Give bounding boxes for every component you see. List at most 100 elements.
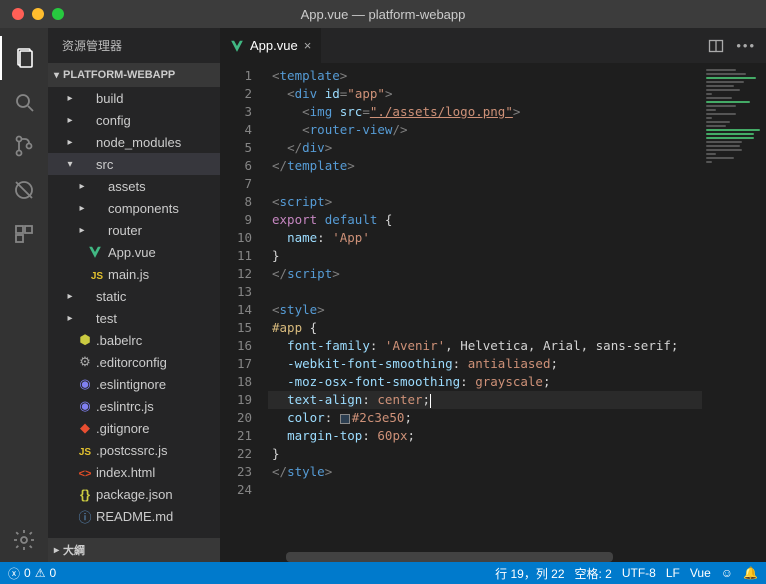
sidebar-title: 资源管理器 bbox=[48, 28, 220, 63]
status-encoding[interactable]: UTF-8 bbox=[622, 566, 656, 580]
tree-item-label: router bbox=[108, 223, 142, 238]
debug-icon[interactable] bbox=[0, 168, 48, 212]
status-cursor[interactable]: 行 19，列 22 bbox=[495, 565, 564, 582]
file-icon: ◉ bbox=[76, 376, 94, 392]
tree-item-label: main.js bbox=[108, 267, 149, 282]
folder-item[interactable]: ▸ config bbox=[48, 109, 220, 131]
code-editor[interactable]: <template> <div id="app"> <img src="./as… bbox=[264, 63, 702, 552]
tree-item-label: src bbox=[96, 157, 113, 172]
tree-item-label: components bbox=[108, 201, 179, 216]
file-tree: ▸ build ▸ config ▸ node_modules ▾ src ▸ assets ▸ co… bbox=[48, 87, 220, 538]
folder-item[interactable]: ▸ build bbox=[48, 87, 220, 109]
source-control-icon[interactable] bbox=[0, 124, 48, 168]
tree-item-label: test bbox=[96, 311, 117, 326]
editor-tabs: App.vue × ••• bbox=[220, 28, 766, 63]
project-name: PLATFORM-WEBAPP bbox=[63, 69, 175, 81]
folder-item[interactable]: ▸ static bbox=[48, 285, 220, 307]
explorer-sidebar: 资源管理器 ▾ PLATFORM-WEBAPP ▸ build ▸ config ▸ no… bbox=[48, 28, 220, 562]
chevron-right-icon: ▸ bbox=[54, 545, 59, 556]
settings-gear-icon[interactable] bbox=[0, 518, 48, 562]
activity-bar bbox=[0, 28, 48, 562]
status-bar: ⓧ 0 ⚠ 0 行 19，列 22 空格: 2 UTF-8 LF Vue ☺ 🔔 bbox=[0, 562, 766, 584]
vue-icon bbox=[230, 39, 244, 53]
project-section-header[interactable]: ▾ PLATFORM-WEBAPP bbox=[48, 63, 220, 87]
file-item[interactable]: {}package.json bbox=[48, 483, 220, 505]
file-item[interactable]: ⬢.babelrc bbox=[48, 329, 220, 351]
error-icon: ⓧ bbox=[8, 565, 20, 582]
chevron-icon: ▸ bbox=[76, 203, 88, 214]
tree-item-label: .babelrc bbox=[96, 333, 142, 348]
chevron-icon: ▸ bbox=[64, 313, 76, 324]
file-item[interactable]: ◉.eslintignore bbox=[48, 373, 220, 395]
outline-section-header[interactable]: ▸ 大綱 bbox=[48, 538, 220, 562]
tab-label: App.vue bbox=[250, 38, 298, 53]
file-icon bbox=[88, 245, 106, 259]
file-item[interactable]: ◆.gitignore bbox=[48, 417, 220, 439]
chevron-down-icon: ▾ bbox=[54, 70, 59, 81]
tree-item-label: .gitignore bbox=[96, 421, 149, 436]
search-icon[interactable] bbox=[0, 80, 48, 124]
outline-label: 大綱 bbox=[63, 542, 85, 558]
tree-item-label: .editorconfig bbox=[96, 355, 167, 370]
chevron-icon: ▸ bbox=[64, 115, 76, 126]
folder-item[interactable]: ▸ test bbox=[48, 307, 220, 329]
chevron-icon: ▸ bbox=[64, 291, 76, 302]
notifications-icon[interactable]: 🔔 bbox=[743, 566, 758, 580]
chevron-icon: ▸ bbox=[76, 181, 88, 192]
status-errors[interactable]: ⓧ 0 ⚠ 0 bbox=[8, 565, 56, 582]
file-item[interactable]: ⓘREADME.md bbox=[48, 505, 220, 527]
tree-item-label: .postcssrc.js bbox=[96, 443, 168, 458]
explorer-icon[interactable] bbox=[0, 36, 48, 80]
chevron-icon: ▾ bbox=[64, 159, 76, 170]
more-icon[interactable]: ••• bbox=[736, 38, 756, 53]
file-icon: ⓘ bbox=[76, 507, 94, 526]
file-icon: JS bbox=[76, 443, 94, 458]
file-item[interactable]: ⚙.editorconfig bbox=[48, 351, 220, 373]
tree-item-label: build bbox=[96, 91, 123, 106]
folder-item[interactable]: ▸ components bbox=[48, 197, 220, 219]
warning-icon: ⚠ bbox=[35, 566, 46, 580]
line-gutter: 123456789101112131415161718192021222324 bbox=[220, 63, 264, 552]
tree-item-label: .eslintignore bbox=[96, 377, 166, 392]
tree-item-label: README.md bbox=[96, 509, 173, 524]
file-icon: ◉ bbox=[76, 398, 94, 414]
status-language[interactable]: Vue bbox=[690, 566, 711, 580]
file-item[interactable]: JSmain.js bbox=[48, 263, 220, 285]
tree-item-label: node_modules bbox=[96, 135, 181, 150]
extensions-icon[interactable] bbox=[0, 212, 48, 256]
folder-item[interactable]: ▸ node_modules bbox=[48, 131, 220, 153]
editor-area: App.vue × ••• 12345678910111213141516171… bbox=[220, 28, 766, 562]
file-item[interactable]: ◉.eslintrc.js bbox=[48, 395, 220, 417]
tree-item-label: App.vue bbox=[108, 245, 156, 260]
file-icon: <> bbox=[76, 465, 94, 480]
window-title: App.vue — platform-webapp bbox=[0, 7, 766, 22]
tree-item-label: static bbox=[96, 289, 126, 304]
file-icon: ◆ bbox=[76, 420, 94, 436]
tree-item-label: config bbox=[96, 113, 131, 128]
tab-app-vue[interactable]: App.vue × bbox=[220, 28, 322, 63]
chevron-icon: ▸ bbox=[64, 137, 76, 148]
minimap[interactable] bbox=[702, 63, 766, 552]
file-icon: JS bbox=[88, 267, 106, 282]
close-icon[interactable]: × bbox=[304, 38, 312, 53]
chevron-icon: ▸ bbox=[76, 225, 88, 236]
chevron-icon: ▸ bbox=[64, 93, 76, 104]
folder-item[interactable]: ▸ assets bbox=[48, 175, 220, 197]
tree-item-label: assets bbox=[108, 179, 146, 194]
file-item[interactable]: <>index.html bbox=[48, 461, 220, 483]
horizontal-scrollbar[interactable] bbox=[220, 552, 766, 562]
status-eol[interactable]: LF bbox=[666, 566, 680, 580]
file-item[interactable]: App.vue bbox=[48, 241, 220, 263]
feedback-icon[interactable]: ☺ bbox=[721, 566, 733, 580]
folder-item[interactable]: ▸ router bbox=[48, 219, 220, 241]
split-editor-icon[interactable] bbox=[708, 38, 724, 54]
file-item[interactable]: JS.postcssrc.js bbox=[48, 439, 220, 461]
tree-item-label: package.json bbox=[96, 487, 173, 502]
titlebar: App.vue — platform-webapp bbox=[0, 0, 766, 28]
file-icon: ⬢ bbox=[76, 332, 94, 348]
tree-item-label: .eslintrc.js bbox=[96, 399, 154, 414]
folder-item[interactable]: ▾ src bbox=[48, 153, 220, 175]
status-indent[interactable]: 空格: 2 bbox=[575, 565, 612, 582]
scrollbar-thumb[interactable] bbox=[286, 552, 614, 562]
file-icon: ⚙ bbox=[76, 354, 94, 370]
